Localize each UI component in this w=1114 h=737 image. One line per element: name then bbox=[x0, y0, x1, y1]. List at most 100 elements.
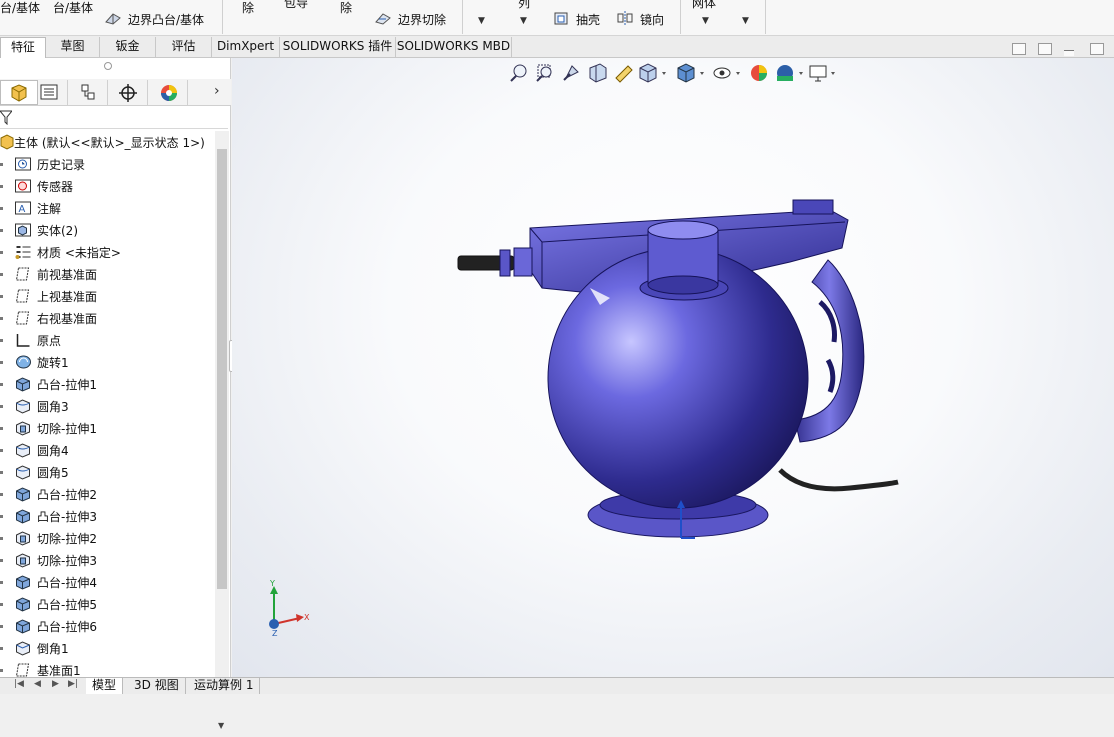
expand-indicator[interactable] bbox=[0, 361, 3, 364]
tab-solidworks-addins[interactable]: SOLIDWORKS 插件 bbox=[280, 37, 396, 57]
expand-indicator[interactable] bbox=[0, 537, 3, 540]
tab-model[interactable]: 模型 bbox=[86, 678, 124, 694]
expand-indicator[interactable] bbox=[0, 229, 3, 232]
tree-item[interactable]: 材质 <未指定> bbox=[0, 241, 215, 263]
expand-indicator[interactable] bbox=[0, 471, 3, 474]
chevron-down-icon[interactable]: ▼ bbox=[702, 16, 709, 26]
panel-grip-icon[interactable] bbox=[104, 62, 112, 70]
expand-indicator[interactable] bbox=[0, 647, 3, 650]
restore-icon[interactable] bbox=[1090, 43, 1104, 55]
wrap-label[interactable]: 包导 bbox=[284, 0, 308, 11]
shell-button[interactable]: 抽壳 bbox=[576, 11, 600, 28]
property-manager-tab[interactable] bbox=[30, 80, 68, 105]
chevron-right-icon[interactable]: › bbox=[214, 83, 220, 99]
tab-motion-study[interactable]: 运动算例 1 bbox=[188, 678, 261, 694]
tree-item[interactable]: 凸台-拉伸6 bbox=[0, 615, 215, 637]
3d-model[interactable] bbox=[450, 170, 910, 542]
prev-tab-icon[interactable]: ◀ bbox=[34, 679, 41, 689]
tree-item[interactable]: 圆角3 bbox=[0, 395, 215, 417]
tree-item[interactable]: 凸台-拉伸4 bbox=[0, 571, 215, 593]
tree-item[interactable]: 传感器 bbox=[0, 175, 215, 197]
next-tab-icon[interactable]: ▶ bbox=[52, 679, 59, 689]
boundary-boss-icon[interactable] bbox=[104, 10, 122, 26]
tab-sheet-metal[interactable]: 钣金 bbox=[100, 37, 156, 57]
expand-indicator[interactable] bbox=[0, 581, 3, 584]
body-label[interactable]: 网体 bbox=[692, 0, 716, 11]
dimxpert-manager-tab[interactable] bbox=[108, 80, 148, 105]
mirror-button[interactable]: 镜向 bbox=[640, 11, 664, 28]
tree-item[interactable]: 前视基准面 bbox=[0, 263, 215, 285]
tree-item[interactable]: 上视基准面 bbox=[0, 285, 215, 307]
tree-item[interactable]: 原点 bbox=[0, 329, 215, 351]
tab-3d-view[interactable]: 3D 视图 bbox=[128, 678, 186, 694]
expand-indicator[interactable] bbox=[0, 669, 3, 672]
tree-item[interactable]: 圆角5 bbox=[0, 461, 215, 483]
boss-base-label-2[interactable]: 台/基体 bbox=[53, 0, 93, 16]
tab-sketch[interactable]: 草图 bbox=[46, 37, 100, 57]
expand-indicator[interactable] bbox=[0, 163, 3, 166]
shell-icon[interactable] bbox=[552, 10, 570, 26]
expand-indicator[interactable] bbox=[0, 251, 3, 254]
tab-dimxpert[interactable]: DimXpert bbox=[212, 37, 280, 57]
expand-indicator[interactable] bbox=[0, 449, 3, 452]
boss-base-label[interactable]: 台/基体 bbox=[0, 0, 40, 16]
tree-item[interactable]: 历史记录 bbox=[0, 153, 215, 175]
tree-item[interactable]: 旋转1 bbox=[0, 351, 215, 373]
mirror-icon[interactable] bbox=[616, 10, 634, 26]
tree-item[interactable]: 倒角1 bbox=[0, 637, 215, 659]
tree-item[interactable]: 切除-拉伸2 bbox=[0, 527, 215, 549]
expand-indicator[interactable] bbox=[0, 185, 3, 188]
expand-indicator[interactable] bbox=[0, 559, 3, 562]
remove-label-2[interactable]: 除 bbox=[340, 0, 352, 16]
tab-evaluate[interactable]: 评估 bbox=[156, 37, 212, 57]
expand-indicator[interactable] bbox=[0, 427, 3, 430]
chevron-down-icon[interactable]: ▼ bbox=[742, 16, 749, 26]
expand-indicator[interactable] bbox=[0, 493, 3, 496]
expand-indicator[interactable] bbox=[0, 603, 3, 606]
tab-solidworks-mbd[interactable]: SOLIDWORKS MBD bbox=[396, 37, 512, 57]
tree-filter[interactable] bbox=[0, 107, 228, 129]
expand-indicator[interactable] bbox=[0, 295, 3, 298]
expand-indicator[interactable] bbox=[0, 273, 3, 276]
first-tab-icon[interactable]: |◀ bbox=[14, 679, 24, 689]
chevron-down-icon[interactable]: ▼ bbox=[478, 16, 485, 26]
minimize-icon[interactable] bbox=[1064, 50, 1074, 56]
scroll-down-icon[interactable]: ▼ bbox=[218, 721, 224, 730]
tree-item[interactable]: 切除-拉伸1 bbox=[0, 417, 215, 439]
expand-indicator[interactable] bbox=[0, 339, 3, 342]
tree-item[interactable]: A 注解 bbox=[0, 197, 215, 219]
expand-indicator[interactable] bbox=[0, 317, 3, 320]
tree-item[interactable]: 右视基准面 bbox=[0, 307, 215, 329]
tree-item[interactable]: 凸台-拉伸2 bbox=[0, 483, 215, 505]
heads-up-toolbar[interactable] bbox=[508, 62, 868, 84]
last-tab-icon[interactable]: ▶| bbox=[68, 679, 78, 689]
array-label[interactable]: 列 bbox=[518, 0, 530, 11]
graphics-area[interactable]: Y X Z bbox=[232, 58, 1114, 677]
tree-item[interactable]: 凸台-拉伸5 bbox=[0, 593, 215, 615]
tree-item[interactable]: 凸台-拉伸3 bbox=[0, 505, 215, 527]
tree-item[interactable]: 凸台-拉伸1 bbox=[0, 373, 215, 395]
tab-features[interactable]: 特征 bbox=[0, 37, 46, 58]
remove-label-1[interactable]: 除 bbox=[242, 0, 254, 16]
expand-indicator[interactable] bbox=[0, 625, 3, 628]
boundary-boss-button[interactable]: 边界凸台/基体 bbox=[128, 11, 204, 28]
scrollbar-thumb[interactable] bbox=[217, 149, 227, 589]
tree-item[interactable]: 实体(2) bbox=[0, 219, 215, 241]
tree-item[interactable]: 切除-拉伸3 bbox=[0, 549, 215, 571]
tile-left-icon[interactable] bbox=[1012, 43, 1026, 55]
tree-root[interactable]: 主体 (默认<<默认>_显示状态 1>) bbox=[0, 131, 215, 153]
expand-indicator[interactable] bbox=[0, 515, 3, 518]
chevron-down-icon[interactable]: ▼ bbox=[520, 16, 527, 26]
tree-scrollbar[interactable]: ▼ bbox=[215, 131, 229, 737]
display-manager-tab[interactable] bbox=[148, 80, 188, 105]
configuration-manager-tab[interactable] bbox=[68, 80, 108, 105]
filter-icon[interactable] bbox=[0, 110, 12, 125]
expand-indicator[interactable] bbox=[0, 383, 3, 386]
tree-item[interactable]: 圆角4 bbox=[0, 439, 215, 461]
expand-indicator[interactable] bbox=[0, 405, 3, 408]
boundary-cut-icon[interactable] bbox=[374, 10, 392, 26]
boundary-cut-button[interactable]: 边界切除 bbox=[398, 11, 446, 28]
expand-indicator[interactable] bbox=[0, 207, 3, 210]
fillet-icon bbox=[16, 465, 30, 480]
tile-right-icon[interactable] bbox=[1038, 43, 1052, 55]
